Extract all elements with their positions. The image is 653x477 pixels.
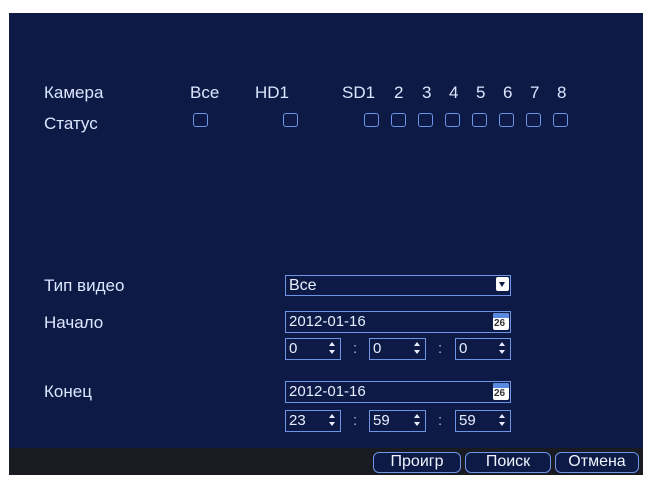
end-date-value: 2012-01-16 [289,383,366,400]
status-label: Статус [44,114,98,133]
spinner-arrows-icon[interactable] [496,341,508,357]
camera-channel-label: 5 [476,83,486,102]
camera-hd1-label: HD1 [255,83,290,102]
end-minute-spinner[interactable]: 59 [369,410,426,432]
search-button[interactable]: Поиск [465,452,551,473]
camera-channel-label: 3 [422,83,432,102]
camera-channel-label: 6 [503,83,513,102]
end-hour-value: 23 [289,412,306,429]
camera-channel-label: 7 [530,83,540,102]
spinner-arrows-icon[interactable] [411,413,423,429]
start-label: Начало [44,313,104,332]
play-button[interactable]: Проигр [373,452,461,473]
camera-sd1-label: SD1 [342,83,376,102]
start-hour-spinner[interactable]: 0 [285,338,341,360]
video-type-value: Все [289,277,317,294]
channel-4-checkbox[interactable] [445,113,460,127]
video-type-select[interactable]: Все [285,275,511,296]
start-hour-value: 0 [289,340,298,357]
end-hour-spinner[interactable]: 23 [285,410,341,432]
camera-channel-label: 2 [394,83,404,102]
start-second-spinner[interactable]: 0 [455,338,511,360]
camera-channel-label: 4 [449,83,459,102]
spinner-arrows-icon[interactable] [326,413,338,429]
sd1-checkbox[interactable] [364,113,379,127]
channel-6-checkbox[interactable] [499,113,514,127]
channel-2-checkbox[interactable] [391,113,406,127]
spinner-arrows-icon[interactable] [411,341,423,357]
camera-all-label: Все [190,83,220,102]
end-label: Конец [44,382,92,401]
start-date-value: 2012-01-16 [289,313,366,330]
time-separator: : [353,340,358,357]
start-minute-spinner[interactable]: 0 [369,338,426,360]
spinner-arrows-icon[interactable] [496,413,508,429]
start-minute-value: 0 [373,340,382,357]
calendar-icon[interactable]: 26 [493,383,509,400]
time-separator: : [438,340,443,357]
all-checkbox[interactable] [193,113,208,127]
chevron-down-icon[interactable] [496,277,509,291]
channel-7-checkbox[interactable] [526,113,541,127]
search-dialog-panel [9,13,643,475]
start-date-field[interactable]: 2012-01-16 26 [285,311,511,333]
time-separator: : [438,412,443,429]
channel-8-checkbox[interactable] [553,113,568,127]
camera-label: Камера [44,83,104,102]
end-date-field[interactable]: 2012-01-16 26 [285,381,511,403]
cancel-button[interactable]: Отмена [555,452,639,473]
spinner-arrows-icon[interactable] [326,341,338,357]
end-second-spinner[interactable]: 59 [455,410,511,432]
start-second-value: 0 [459,340,468,357]
video-type-label: Тип видео [44,276,125,295]
end-second-value: 59 [459,412,476,429]
end-minute-value: 59 [373,412,390,429]
camera-channel-label: 8 [557,83,567,102]
hd1-checkbox[interactable] [283,113,298,127]
time-separator: : [353,412,358,429]
calendar-icon[interactable]: 26 [493,313,509,330]
channel-3-checkbox[interactable] [418,113,433,127]
channel-5-checkbox[interactable] [472,113,487,127]
